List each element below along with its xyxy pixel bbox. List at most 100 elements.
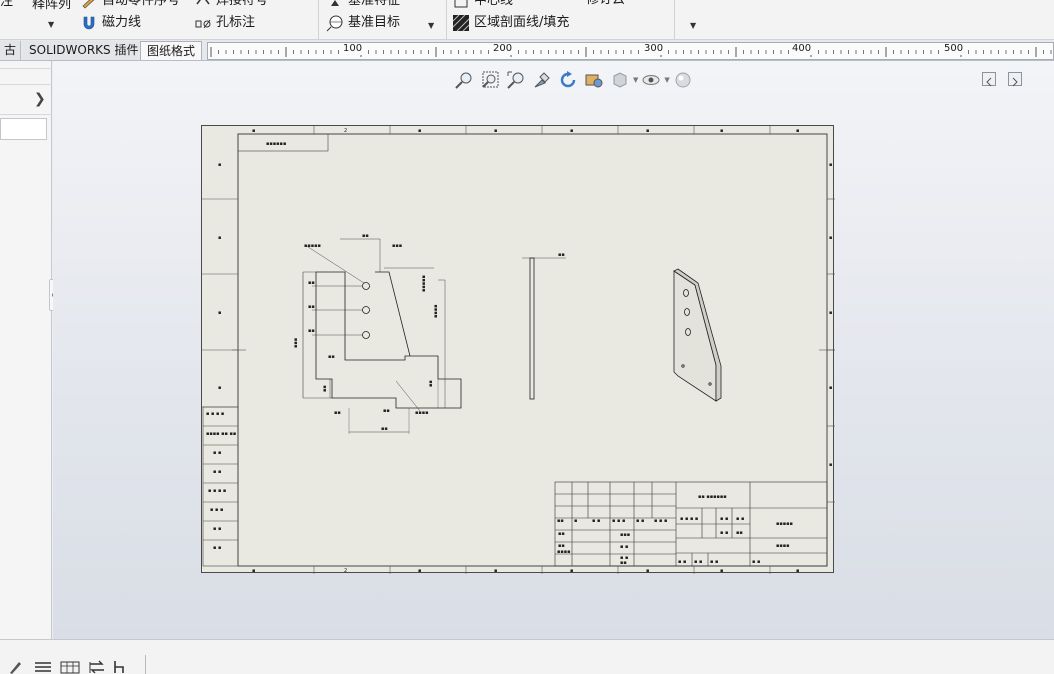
units-icon[interactable]	[112, 660, 128, 674]
annotation-more-dropdown-icon[interactable]: ▼	[428, 21, 434, 30]
filter-input[interactable]	[0, 118, 47, 140]
display-style-icon[interactable]	[609, 69, 631, 91]
appearance-icon[interactable]	[672, 69, 694, 91]
drawing-sheet[interactable]: ▪ ▪ ▪ ▪ ▪▪▪▪ ▪▪ ▪▪ ▪ ▪ ▪ ▪ ▪ ▪ ▪ ▪ ▪ ▪ ▪ ▪ ▪ ▪ …	[201, 125, 835, 574]
ribbon-separator	[318, 0, 319, 39]
svg-text:▪: ▪	[570, 568, 573, 574]
svg-text:▪ ▪: ▪ ▪	[213, 545, 221, 551]
svg-text:▪ ▪: ▪ ▪	[636, 518, 644, 524]
svg-text:▪▪: ▪▪	[308, 328, 315, 334]
feature-manager-panel: ❯	[0, 61, 52, 639]
svg-text:▪: ▪	[218, 385, 221, 391]
sketch-icon[interactable]	[8, 660, 22, 674]
svg-text:▪: ▪	[574, 518, 577, 524]
svg-text:▪ ▪ ▪ ▪: ▪ ▪ ▪ ▪	[680, 516, 698, 522]
svg-text:▪ ▪: ▪ ▪	[620, 544, 628, 550]
heads-up-view-toolbar: ▼ ▼	[453, 69, 694, 91]
tab-solidworks-addins[interactable]: SOLIDWORKS 插件	[23, 41, 146, 60]
center-line-button[interactable]: 中心线	[452, 0, 513, 10]
svg-text:▪: ▪	[494, 128, 497, 134]
dynamic-annotation-icon[interactable]	[531, 69, 553, 91]
svg-text:▪▪ ▪▪▪▪▪▪: ▪▪ ▪▪▪▪▪▪	[698, 494, 727, 500]
svg-text:▪: ▪	[418, 128, 421, 134]
svg-text:▪▪: ▪▪	[328, 354, 335, 360]
svg-text:▪: ▪	[829, 162, 832, 168]
area-hatch-button[interactable]: 区域剖面线/填充	[452, 14, 569, 32]
ribbon-item-pattern[interactable]: 释阵列	[32, 0, 71, 13]
scene-settings-icon[interactable]	[583, 69, 605, 91]
auto-balloon-icon	[82, 0, 95, 9]
svg-text:▪▪: ▪▪	[322, 385, 328, 392]
svg-text:▪ ▪: ▪ ▪	[213, 469, 221, 475]
chevron-right-icon[interactable]: ❯	[34, 91, 46, 107]
svg-text:▪▪: ▪▪	[383, 408, 390, 414]
next-view-button[interactable]	[1008, 72, 1022, 87]
svg-text:▪ ▪: ▪ ▪	[720, 530, 728, 536]
tab-evaluate[interactable]: 古	[0, 41, 22, 60]
svg-text:▪: ▪	[829, 385, 832, 391]
area-hatch-icon	[452, 14, 470, 32]
svg-text:▪: ▪	[494, 568, 497, 574]
previous-view-button[interactable]	[982, 72, 996, 87]
zoom-in-out-icon[interactable]	[505, 69, 527, 91]
datum-target-icon	[326, 15, 343, 32]
svg-text:▪ ▪ ▪: ▪ ▪ ▪	[654, 518, 667, 524]
zoom-to-fit-icon[interactable]	[453, 69, 475, 91]
svg-text:▪ ▪ ▪: ▪ ▪ ▪	[210, 507, 223, 513]
weld-symbol-icon	[196, 0, 210, 5]
table-icon[interactable]	[60, 660, 80, 674]
svg-text:▪ ▪: ▪ ▪	[720, 516, 728, 522]
svg-text:▪▪▪▪: ▪▪▪▪	[557, 549, 571, 555]
panel-toolbar-row	[0, 69, 52, 85]
hole-callout-button[interactable]: 孔标注	[194, 14, 255, 32]
chevron-left-icon	[986, 77, 992, 87]
svg-text:▪: ▪	[720, 568, 723, 574]
weld-symbol-button[interactable]: 焊接符号	[194, 0, 268, 10]
zoom-to-area-icon[interactable]	[479, 69, 501, 91]
flip-icon[interactable]	[88, 660, 106, 674]
svg-text:▪▪: ▪▪	[736, 530, 743, 536]
table-more-dropdown-icon[interactable]: ▼	[690, 21, 696, 30]
ribbon-item-cut-left[interactable]: 注	[0, 0, 13, 10]
svg-text:▪: ▪	[218, 235, 221, 241]
svg-text:▪▪▪▪▪: ▪▪▪▪▪	[776, 521, 793, 527]
ruler-label: 400	[791, 43, 813, 55]
ruler-label: 200	[492, 43, 514, 55]
display-style-dropdown-icon[interactable]: ▼	[633, 76, 638, 84]
revision-cloud-button[interactable]: 修订云	[586, 0, 625, 8]
svg-text:▪▪: ▪▪	[620, 560, 627, 566]
svg-text:▪ ▪: ▪ ▪	[710, 559, 718, 565]
ribbon-separator	[674, 0, 675, 39]
svg-text:▪ ▪: ▪ ▪	[752, 559, 760, 565]
drawing-sheet-graphics: ▪ ▪ ▪ ▪▪▪▪▪ ▪▪ ▪▪▪ ▪▪ ▪▪ ▪ ▪ ▪▪ ▪ ▪▪ ▪▪ …	[202, 126, 835, 574]
hide-show-icon[interactable]	[640, 69, 662, 91]
svg-text:▪▪▪▪: ▪▪▪▪	[433, 304, 439, 318]
svg-text:▪▪: ▪▪	[308, 304, 315, 310]
svg-text:▪ ▪ ▪ ▪: ▪ ▪ ▪ ▪	[208, 488, 226, 494]
tab-sheet-format[interactable]: 图纸格式	[140, 41, 203, 60]
center-line-icon	[454, 0, 468, 8]
svg-text:▪▪: ▪▪	[334, 410, 341, 416]
svg-text:▪ ▪: ▪ ▪	[213, 526, 221, 532]
hide-show-dropdown-icon[interactable]: ▼	[664, 76, 669, 84]
svg-text:▪▪▪▪▪: ▪▪▪▪▪	[421, 275, 427, 292]
auto-balloon-button[interactable]: 自动零件序号	[80, 0, 180, 10]
align-icon[interactable]	[34, 660, 52, 674]
pattern-dropdown-icon[interactable]: ▼	[48, 20, 54, 29]
svg-text:▪ ▪: ▪ ▪	[694, 559, 702, 565]
svg-text:▪▪▪▪▪▪: ▪▪▪▪▪▪	[266, 141, 286, 147]
datum-feature-button[interactable]: 基准特征	[326, 0, 400, 10]
datum-target-button[interactable]: 基准目标	[326, 14, 400, 32]
svg-text:▪: ▪	[646, 128, 649, 134]
svg-text:▪ ▪: ▪ ▪	[736, 516, 744, 522]
svg-text:2: 2	[344, 568, 347, 574]
redraw-icon[interactable]	[557, 69, 579, 91]
svg-text:▪: ▪	[218, 310, 221, 316]
svg-text:▪: ▪	[829, 310, 832, 316]
magnetic-line-button[interactable]: 磁力线	[80, 14, 141, 32]
svg-text:▪▪: ▪▪	[308, 280, 315, 286]
svg-text:▪: ▪	[418, 568, 421, 574]
ruler-label: 300	[643, 43, 665, 55]
svg-text:▪ ▪ ▪: ▪ ▪ ▪	[612, 518, 625, 524]
svg-text:▪▪: ▪▪	[557, 518, 564, 524]
